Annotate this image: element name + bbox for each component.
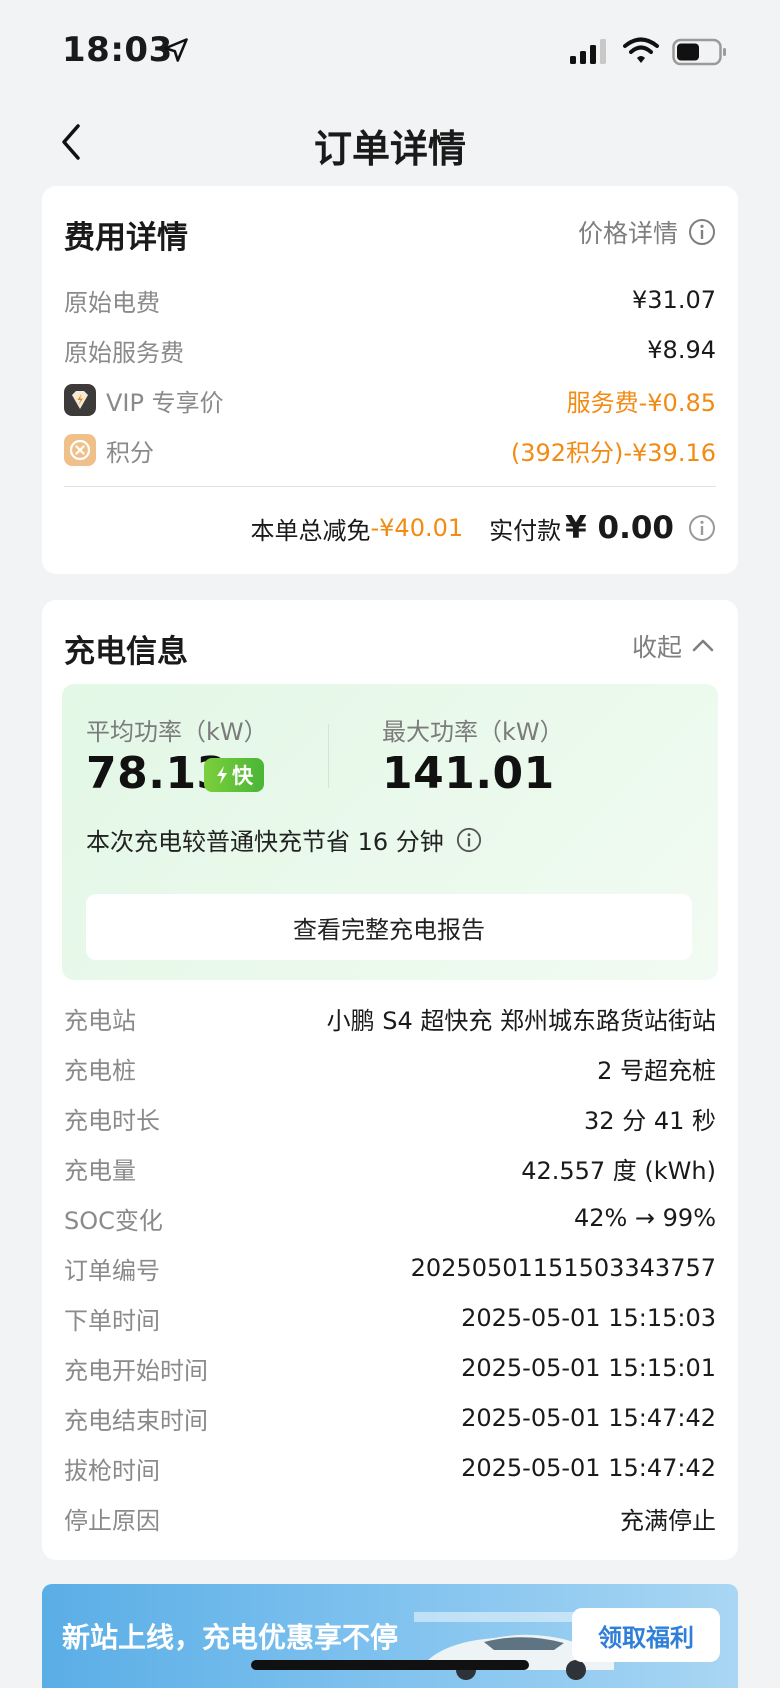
max-power-label: 最大功率（kW） bbox=[382, 718, 564, 746]
power-summary-panel: 平均功率（kW） 78.13 快 最大功率（kW） 141.01 本次充电较普通… bbox=[62, 684, 718, 980]
charge-row-value: 小鹏 S4 超快充 郑州城东路货站街站 bbox=[326, 1006, 716, 1035]
metric-separator bbox=[328, 724, 329, 788]
charge-row-label: 充电开始时间 bbox=[64, 1356, 208, 1385]
charge-row-label: 充电量 bbox=[64, 1156, 136, 1185]
time-saved-label: 本次充电较普通快充节省 16 分钟 bbox=[86, 828, 444, 856]
vip-diamond-icon bbox=[64, 384, 96, 416]
charge-row-pile: 充电桩 2 号超充桩 bbox=[64, 1048, 716, 1088]
fast-badge-label: 快 bbox=[232, 764, 253, 788]
nav-bar: 订单详情 bbox=[0, 100, 780, 186]
cellular-signal-icon bbox=[570, 39, 606, 64]
time-saved-info-icon[interactable] bbox=[456, 827, 482, 853]
max-power-value: 141.01 bbox=[382, 748, 555, 799]
charge-row-duration: 充电时长 32 分 41 秒 bbox=[64, 1098, 716, 1138]
page-title: 订单详情 bbox=[313, 127, 466, 171]
charge-row-order-time: 下单时间 2025-05-01 15:15:03 bbox=[64, 1298, 716, 1338]
charge-row-start-time: 充电开始时间 2025-05-01 15:15:01 bbox=[64, 1348, 716, 1388]
claim-benefits-button[interactable]: 领取福利 bbox=[572, 1608, 720, 1662]
charge-row-label: 充电结束时间 bbox=[64, 1406, 208, 1435]
battery-icon bbox=[672, 38, 726, 66]
status-time: 18:03 bbox=[62, 30, 173, 70]
price-detail-link[interactable]: 价格详情 bbox=[578, 214, 716, 250]
charge-row-unplug-time: 拔枪时间 2025-05-01 15:47:42 bbox=[64, 1448, 716, 1488]
total-discount-label: 本单总减免 bbox=[250, 516, 371, 545]
fee-row-value: ¥31.07 bbox=[632, 286, 716, 314]
wifi-icon bbox=[623, 37, 659, 63]
fee-row-label: 积分 bbox=[106, 438, 154, 467]
fee-row-electricity: 原始电费 ¥31.07 bbox=[64, 280, 716, 320]
fee-row-label: 原始电费 bbox=[64, 288, 160, 317]
status-bar: 18:03 bbox=[0, 0, 780, 100]
charge-row-value: 2025-05-01 15:15:03 bbox=[461, 1304, 716, 1332]
charge-row-label: 下单时间 bbox=[64, 1306, 160, 1335]
fee-row-value: ¥8.94 bbox=[647, 336, 716, 364]
charge-info-card: 充电信息 收起 平均功率（kW） 78.13 快 最大功率（kW） 141.01… bbox=[42, 600, 738, 1560]
promo-banner[interactable]: 新站上线，充电优惠享不停 领取福利 bbox=[42, 1584, 738, 1688]
divider bbox=[64, 486, 716, 487]
charge-row-label: SOC变化 bbox=[64, 1206, 163, 1235]
fee-row-label: 原始服务费 bbox=[64, 338, 184, 367]
total-summary: 本单总减免 -¥40.01 实付款 ¥ 0.00 bbox=[251, 508, 717, 548]
charge-row-label: 充电站 bbox=[64, 1006, 136, 1035]
charge-row-stop-reason: 停止原因 充满停止 bbox=[64, 1498, 716, 1538]
banner-text: 新站上线，充电优惠享不停 bbox=[62, 1621, 399, 1654]
charge-row-value: 充满停止 bbox=[620, 1506, 716, 1535]
home-indicator bbox=[251, 1660, 529, 1670]
fee-section-title: 费用详情 bbox=[64, 220, 188, 256]
fee-row-label: VIP 专享价 bbox=[106, 388, 224, 417]
charge-row-value: 42% → 99% bbox=[573, 1204, 716, 1232]
total-discount-value: -¥40.01 bbox=[370, 514, 464, 542]
collapse-button[interactable]: 收起 bbox=[632, 628, 716, 664]
paid-value: ¥ 0.00 bbox=[565, 510, 674, 546]
charge-row-value: 2025-05-01 15:47:42 bbox=[461, 1454, 716, 1482]
charge-row-label: 拔枪时间 bbox=[64, 1456, 160, 1485]
charge-row-end-time: 充电结束时间 2025-05-01 15:47:42 bbox=[64, 1398, 716, 1438]
chevron-up-icon bbox=[692, 639, 714, 652]
charge-row-label: 停止原因 bbox=[64, 1506, 160, 1535]
charge-row-soc: SOC变化 42% → 99% bbox=[64, 1198, 716, 1238]
price-detail-label: 价格详情 bbox=[577, 219, 678, 248]
view-report-button[interactable]: 查看完整充电报告 bbox=[86, 894, 692, 960]
charge-row-value: 42.557 度 (kWh) bbox=[521, 1156, 716, 1185]
points-coin-icon bbox=[64, 434, 96, 466]
charge-row-label: 订单编号 bbox=[64, 1256, 160, 1285]
avg-power-label: 平均功率（kW） bbox=[86, 718, 268, 746]
charge-section-title: 充电信息 bbox=[64, 634, 188, 670]
paid-label: 实付款 bbox=[489, 516, 562, 545]
fee-row-service: 原始服务费 ¥8.94 bbox=[64, 330, 716, 370]
paid-info-icon[interactable] bbox=[688, 514, 716, 542]
charge-row-value: 32 分 41 秒 bbox=[584, 1106, 716, 1135]
charge-row-value: 20250501151503343757 bbox=[410, 1254, 716, 1282]
charge-row-label: 充电时长 bbox=[64, 1106, 160, 1135]
charge-row-label: 充电桩 bbox=[64, 1056, 136, 1085]
info-icon bbox=[689, 219, 715, 245]
collapse-label: 收起 bbox=[631, 633, 682, 662]
charge-row-value: 2025-05-01 15:15:01 bbox=[461, 1354, 716, 1382]
fast-charge-badge: 快 bbox=[204, 758, 264, 792]
fee-details-card: 费用详情 价格详情 原始电费 ¥31.07 原始服务费 ¥8.94 VIP 专享… bbox=[42, 186, 738, 574]
fee-row-value: 服务费-¥0.85 bbox=[566, 388, 716, 417]
fee-row-vip: VIP 专享价 服务费-¥0.85 bbox=[64, 380, 716, 420]
time-saved-text: 本次充电较普通快充节省 16 分钟 bbox=[86, 822, 482, 857]
charge-row-value: 2025-05-01 15:47:42 bbox=[461, 1404, 716, 1432]
charge-row-station: 充电站 小鹏 S4 超快充 郑州城东路货站街站 bbox=[64, 998, 716, 1038]
fee-row-points: 积分 (392积分)-¥39.16 bbox=[64, 430, 716, 470]
fee-row-value: (392积分)-¥39.16 bbox=[510, 438, 716, 467]
charge-row-order-number: 订单编号 20250501151503343757 bbox=[64, 1248, 716, 1288]
charge-row-value: 2 号超充桩 bbox=[597, 1056, 716, 1085]
lightning-icon bbox=[217, 766, 227, 784]
charge-row-energy: 充电量 42.557 度 (kWh) bbox=[64, 1148, 716, 1188]
location-arrow-icon bbox=[164, 38, 188, 62]
